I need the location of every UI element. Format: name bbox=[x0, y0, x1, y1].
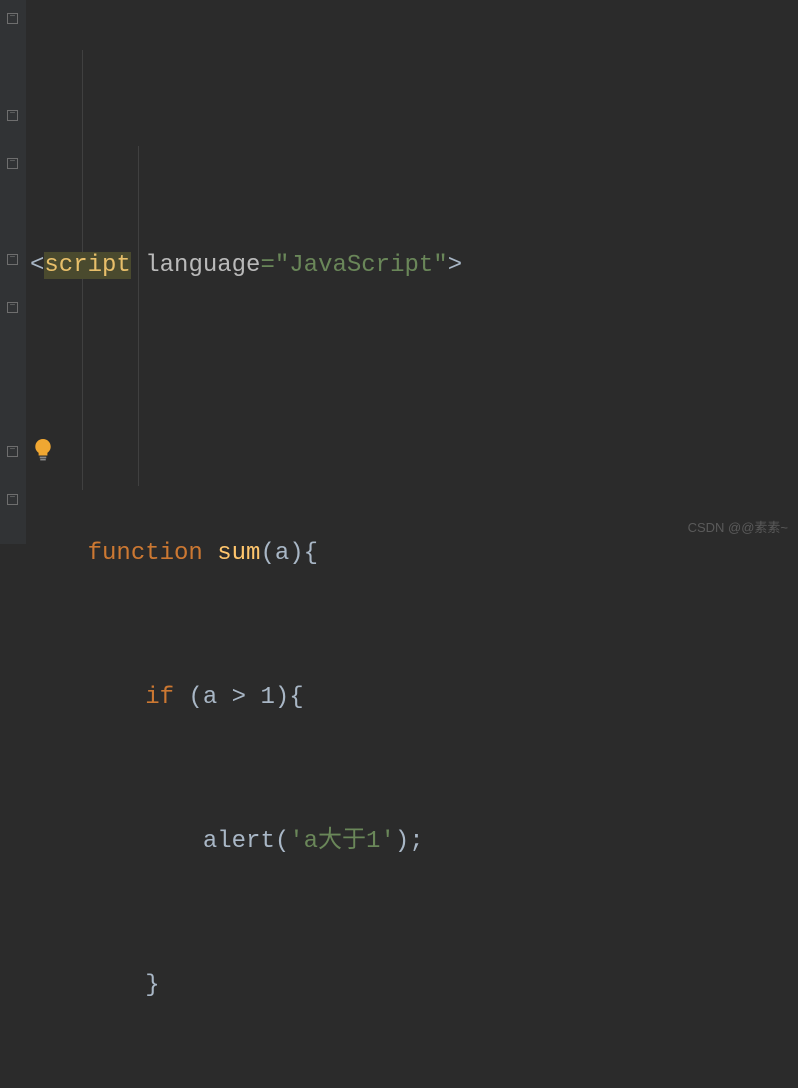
code-line[interactable]: <script language="JavaScript"> bbox=[30, 242, 798, 290]
code-editor[interactable]: <script language="JavaScript"> function … bbox=[0, 0, 798, 544]
code-line[interactable]: } bbox=[30, 962, 798, 1010]
fold-marker-icon[interactable] bbox=[7, 110, 18, 121]
fold-marker-icon[interactable] bbox=[7, 494, 18, 505]
fold-marker-icon[interactable] bbox=[7, 254, 18, 265]
editor-gutter bbox=[0, 0, 26, 544]
fold-marker-icon[interactable] bbox=[7, 13, 18, 24]
code-line[interactable]: function sum(a){ bbox=[30, 530, 798, 578]
code-line[interactable] bbox=[30, 386, 798, 434]
watermark-text: CSDN @@素素~ bbox=[688, 517, 788, 536]
fold-marker-icon[interactable] bbox=[7, 158, 18, 169]
code-line[interactable]: if (a > 1){ bbox=[30, 674, 798, 722]
code-area[interactable]: <script language="JavaScript"> function … bbox=[26, 0, 798, 544]
fold-marker-icon[interactable] bbox=[7, 446, 18, 457]
code-line[interactable]: alert('a大于1'); bbox=[30, 818, 798, 866]
lightbulb-icon[interactable] bbox=[34, 439, 52, 461]
fold-marker-icon[interactable] bbox=[7, 302, 18, 313]
